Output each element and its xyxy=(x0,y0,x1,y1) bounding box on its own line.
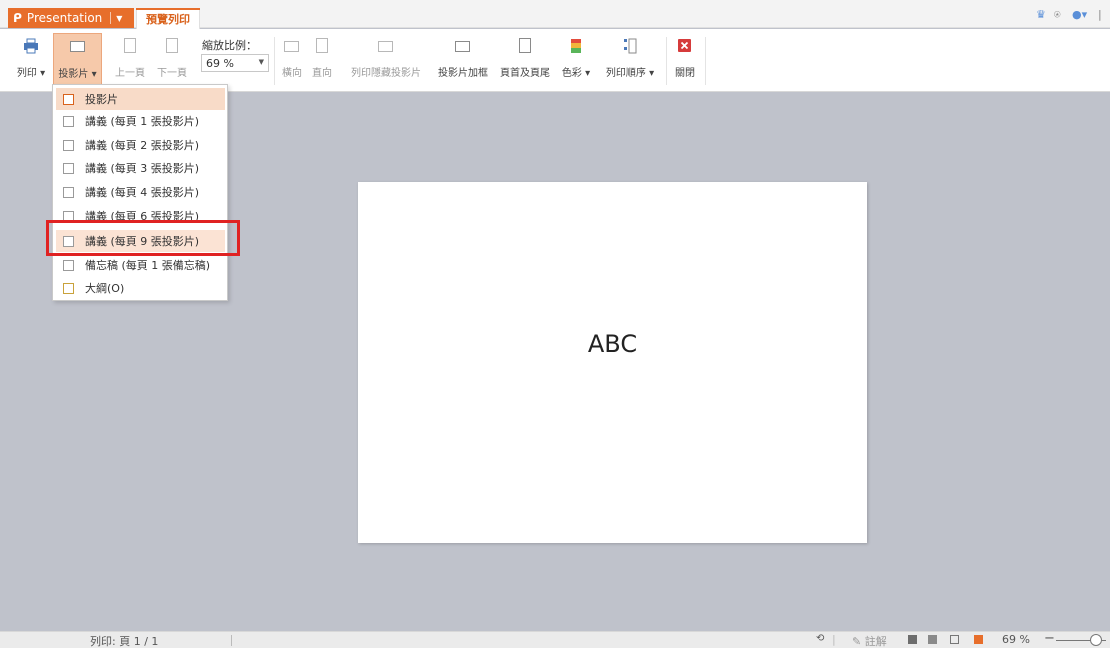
header-footer-button[interactable]: 頁首及頁尾 xyxy=(496,33,554,89)
reading-view-icon[interactable] xyxy=(950,635,959,644)
notes-page-icon xyxy=(63,259,74,271)
slides-button[interactable]: 投影片 ▾ xyxy=(53,33,102,89)
landscape-icon xyxy=(284,38,300,54)
app-logo-icon: ᑭ xyxy=(13,11,22,25)
frame-icon xyxy=(455,38,471,54)
outline-icon xyxy=(63,282,74,294)
slide-icon xyxy=(63,93,74,105)
menu-item-handout-1[interactable]: 講義 (每頁 1 張投影片) xyxy=(56,110,225,132)
menu-item-outline[interactable]: 大綱(O) xyxy=(56,277,225,299)
hidden-slide-icon xyxy=(378,38,394,54)
printer-icon xyxy=(23,38,39,54)
menu-item-label: 講義 (每頁 2 張投影片) xyxy=(85,139,200,152)
close-label: 關閉 xyxy=(675,68,695,79)
slideshow-icon[interactable] xyxy=(974,635,983,644)
ribbon-divider xyxy=(705,37,706,85)
title-bar: ᑭ Presentation ▼ 預覽列印 ♛ ⍟ ●▾ | xyxy=(0,0,1110,29)
highlight-box xyxy=(46,220,240,256)
status-divider: | xyxy=(832,633,836,646)
print-hidden-label: 列印隱藏投影片 xyxy=(351,68,421,79)
menu-item-label: 講義 (每頁 4 張投影片) xyxy=(85,186,200,199)
frame-slides-label: 投影片加框 xyxy=(438,68,488,79)
menu-item-handout-4[interactable]: 講義 (每頁 4 張投影片) xyxy=(56,181,225,203)
landscape-label: 橫向 xyxy=(282,68,302,79)
menu-item-label: 備忘稿 (每頁 1 張備忘稿) xyxy=(85,259,211,272)
zoom-label: 縮放比例： xyxy=(202,39,257,52)
zoom-select[interactable]: 69 % ▼ xyxy=(201,54,269,72)
ribbon-toolbar: 列印 ▾ 投影片 ▾ 上一頁 下一頁 縮放比例： 69 % ▼ 橫向 直向 列印… xyxy=(0,29,1110,92)
prev-page-label: 上一頁 xyxy=(115,68,145,79)
handout-icon xyxy=(63,162,74,174)
menu-item-label: 講義 (每頁 1 張投影片) xyxy=(85,115,200,128)
notes-label: 註解 xyxy=(864,635,887,648)
print-label: 列印 ▾ xyxy=(16,68,46,79)
handout-icon xyxy=(63,186,74,198)
menu-item-handout-2[interactable]: 講義 (每頁 2 張投影片) xyxy=(56,134,225,156)
portrait-label: 直向 xyxy=(312,68,332,79)
print-order-icon xyxy=(622,38,638,54)
print-button[interactable]: 列印 ▾ xyxy=(12,33,50,89)
ribbon-divider xyxy=(666,37,667,85)
menu-item-label: 大綱(O) xyxy=(85,282,125,295)
status-zoom-value: 69 % xyxy=(1002,633,1030,646)
app-name: Presentation xyxy=(26,11,103,25)
menu-item-notes[interactable]: 備忘稿 (每頁 1 張備忘稿) xyxy=(56,254,225,276)
chevron-down-icon: ▼ xyxy=(116,13,123,23)
portrait-icon xyxy=(314,38,330,54)
handout-icon xyxy=(63,139,74,151)
close-preview-button[interactable]: 關閉 xyxy=(671,33,699,89)
portrait-button[interactable]: 直向 xyxy=(310,33,334,89)
menu-item-handout-3[interactable]: 講義 (每頁 3 張投影片) xyxy=(56,157,225,179)
print-order-button[interactable]: 列印順序 ▾ xyxy=(601,33,659,89)
help-icon[interactable]: ●▾ xyxy=(1072,8,1087,21)
user-icon[interactable]: ⍟ xyxy=(1054,8,1061,22)
page-down-icon xyxy=(164,38,180,54)
slide-preview-page: ABC xyxy=(358,182,867,543)
zoom-out-button[interactable]: − xyxy=(1044,631,1055,646)
title-divider: | xyxy=(1098,8,1102,21)
color-label: 色彩 ▾ xyxy=(561,68,591,79)
history-icon[interactable]: ⟲ xyxy=(816,633,825,644)
color-icon xyxy=(568,38,584,54)
frame-slides-button[interactable]: 投影片加框 xyxy=(432,33,494,89)
slide-text: ABC xyxy=(587,329,638,358)
slides-dropdown-menu: 投影片 講義 (每頁 1 張投影片) 講義 (每頁 2 張投影片) 講義 (每頁… xyxy=(52,84,228,301)
handout-icon xyxy=(63,115,74,127)
normal-view-icon[interactable] xyxy=(908,635,917,644)
color-button[interactable]: 色彩 ▾ xyxy=(557,33,595,89)
notes-toggle[interactable]: ✎ 註解 xyxy=(852,633,887,648)
page-status: 列印: 頁 1 / 1 xyxy=(90,635,159,648)
status-divider xyxy=(231,635,232,646)
zoom-slider-handle[interactable] xyxy=(1090,634,1102,646)
slides-label: 投影片 ▾ xyxy=(58,69,97,80)
chevron-down-icon: ▼ xyxy=(258,58,264,66)
next-page-button[interactable]: 下一頁 xyxy=(157,33,187,89)
page-up-icon xyxy=(122,38,138,54)
menu-item-label: 投影片 xyxy=(85,93,118,106)
menu-item-label: 講義 (每頁 3 張投影片) xyxy=(85,162,200,175)
print-order-label: 列印順序 ▾ xyxy=(605,68,655,79)
menu-item-slides[interactable]: 投影片 xyxy=(56,88,225,110)
slide-icon xyxy=(69,39,86,55)
print-hidden-slides-button[interactable]: 列印隱藏投影片 xyxy=(344,33,428,89)
skin-icon[interactable]: ♛ xyxy=(1036,8,1046,21)
zoom-value: 69 % xyxy=(206,56,234,70)
tab-print-preview[interactable]: 預覽列印 xyxy=(136,8,200,29)
status-bar: 列印: 頁 1 / 1 ⟲ | ✎ 註解 69 % − xyxy=(0,631,1110,648)
header-footer-label: 頁首及頁尾 xyxy=(500,68,550,79)
sorter-view-icon[interactable] xyxy=(928,635,937,644)
landscape-button[interactable]: 橫向 xyxy=(280,33,304,89)
notes-icon: ✎ xyxy=(852,635,862,648)
app-menu-divider xyxy=(110,12,112,24)
ribbon-divider xyxy=(274,37,275,85)
app-menu-button[interactable]: ᑭ Presentation ▼ xyxy=(8,8,134,28)
next-page-label: 下一頁 xyxy=(157,68,187,79)
prev-page-button[interactable]: 上一頁 xyxy=(115,33,145,89)
header-footer-icon xyxy=(517,38,533,54)
close-icon xyxy=(677,38,693,54)
